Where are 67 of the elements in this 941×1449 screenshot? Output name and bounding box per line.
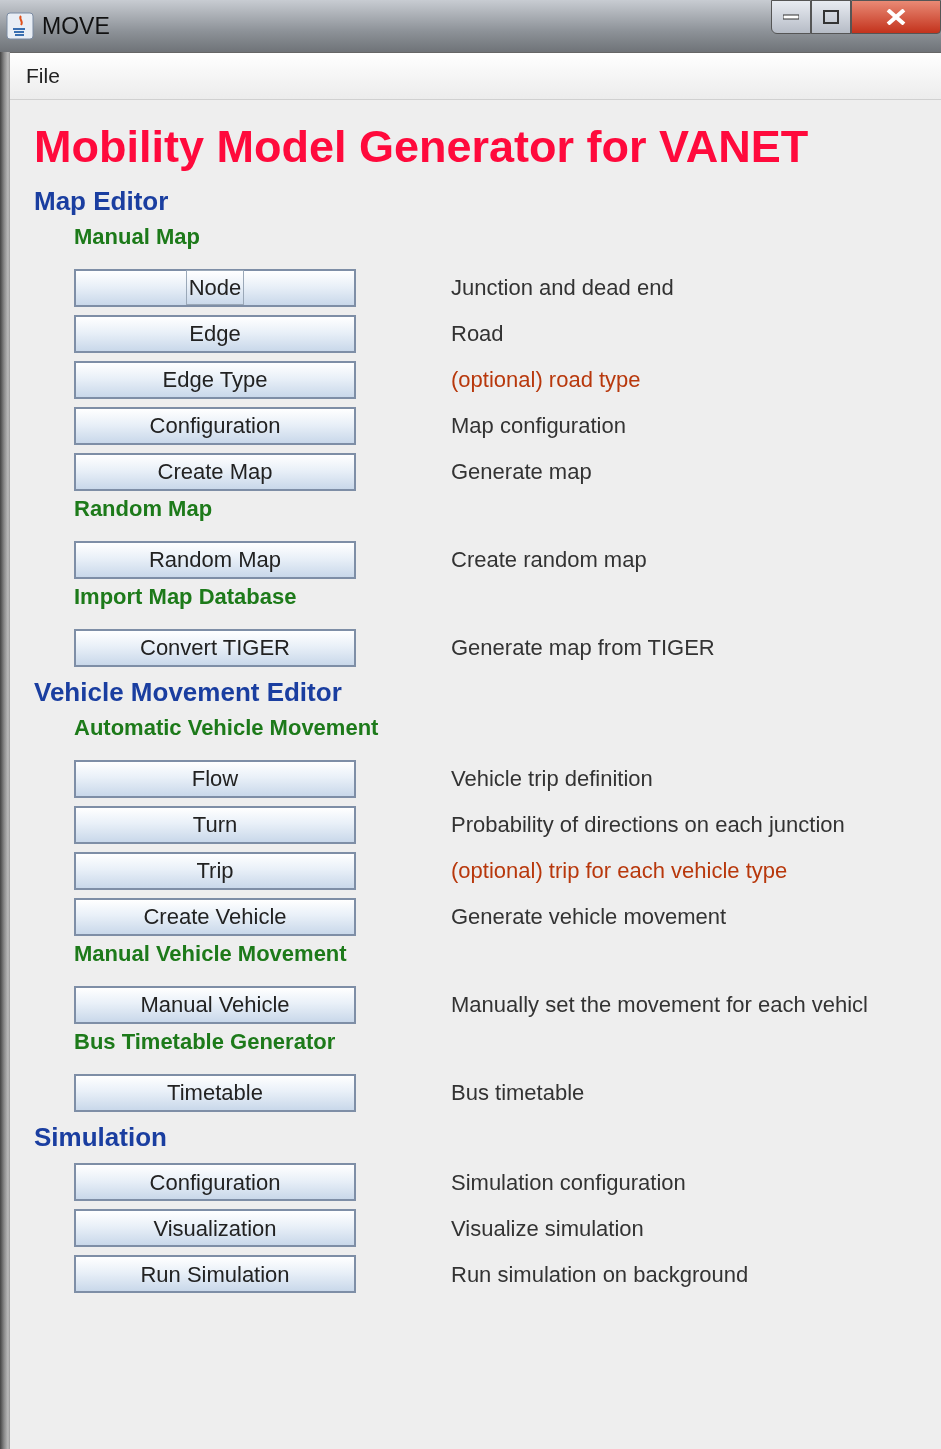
action-description: Road bbox=[451, 320, 504, 349]
action-description: Generate map bbox=[451, 458, 592, 487]
focus-ring: Manual Vehicle bbox=[139, 991, 291, 1020]
group-heading: Bus Timetable Generator bbox=[74, 1027, 337, 1056]
maximize-button[interactable] bbox=[811, 0, 851, 34]
action-description: Manually set the movement for each vehicl bbox=[451, 991, 868, 1020]
action-button[interactable]: Flow bbox=[74, 759, 356, 798]
action-button[interactable]: Create Map bbox=[74, 452, 356, 491]
focus-ring: Trip bbox=[195, 857, 235, 886]
group-heading: Random Map bbox=[74, 494, 214, 523]
focus-ring: Configuration bbox=[148, 1168, 282, 1197]
action-description: Generate map from TIGER bbox=[451, 634, 715, 663]
window-title: MOVE bbox=[42, 11, 110, 41]
group-heading: Manual Vehicle Movement bbox=[74, 939, 348, 968]
minimize-icon bbox=[783, 14, 799, 20]
group-heading: Automatic Vehicle Movement bbox=[74, 713, 380, 742]
action-button[interactable]: Turn bbox=[74, 805, 356, 844]
action-description: (optional) road type bbox=[451, 366, 641, 395]
action-button[interactable]: Configuration bbox=[74, 1163, 356, 1202]
action-description: Simulation configuration bbox=[451, 1168, 686, 1197]
focus-ring: Convert TIGER bbox=[139, 634, 291, 663]
focus-ring: Flow bbox=[190, 765, 240, 794]
action-description: Create random map bbox=[451, 546, 647, 575]
group-heading: Manual Map bbox=[74, 222, 201, 251]
action-button[interactable]: Node bbox=[74, 268, 356, 307]
focus-ring: Node bbox=[185, 270, 245, 306]
section-heading: Vehicle Movement Editor bbox=[34, 676, 343, 708]
action-description: Visualize simulation bbox=[451, 1214, 644, 1243]
close-button[interactable] bbox=[851, 0, 941, 34]
action-description: Run simulation on background bbox=[451, 1260, 749, 1289]
focus-ring: Configuration bbox=[148, 412, 282, 441]
focus-ring: Turn bbox=[191, 811, 239, 840]
action-button[interactable]: Timetable bbox=[74, 1073, 356, 1112]
action-description: Probability of directions on each junction bbox=[451, 811, 845, 840]
action-button[interactable]: Trip bbox=[74, 851, 356, 890]
action-button[interactable]: Convert TIGER bbox=[74, 628, 356, 667]
focus-ring: Edge Type bbox=[161, 366, 269, 395]
focus-ring: Random Map bbox=[147, 546, 283, 575]
focus-ring: Create Vehicle bbox=[142, 903, 288, 932]
section-heading: Simulation bbox=[34, 1121, 168, 1154]
focus-ring: Timetable bbox=[166, 1079, 264, 1108]
action-button[interactable]: Create Vehicle bbox=[74, 897, 356, 936]
action-button[interactable]: Run Simulation bbox=[74, 1255, 356, 1294]
action-button[interactable]: Edge bbox=[74, 314, 356, 353]
action-button[interactable]: Manual Vehicle bbox=[74, 985, 356, 1024]
maximize-icon bbox=[823, 10, 839, 24]
app-heading: Mobility Model Generator for VANET bbox=[34, 122, 810, 172]
action-button[interactable]: Configuration bbox=[74, 406, 356, 445]
focus-ring: Edge bbox=[188, 320, 242, 349]
action-description: Bus timetable bbox=[451, 1079, 585, 1108]
menu-item[interactable]: File bbox=[26, 60, 60, 92]
focus-ring: Visualization bbox=[152, 1214, 278, 1243]
action-description: Junction and dead end bbox=[451, 274, 674, 303]
action-button[interactable]: Edge Type bbox=[74, 360, 356, 399]
app-icon bbox=[6, 12, 34, 40]
group-heading: Import Map Database bbox=[74, 582, 298, 611]
action-description: Vehicle trip definition bbox=[451, 765, 653, 794]
action-button[interactable]: Random Map bbox=[74, 540, 356, 579]
action-description: Generate vehicle movement bbox=[451, 903, 727, 932]
action-button[interactable]: Visualization bbox=[74, 1209, 356, 1248]
action-description: (optional) trip for each vehicle type bbox=[451, 857, 788, 886]
minimize-button[interactable] bbox=[771, 0, 811, 34]
focus-ring: Run Simulation bbox=[139, 1260, 291, 1289]
section-heading: Map Editor bbox=[34, 185, 170, 217]
action-description: Map configuration bbox=[451, 412, 626, 441]
close-icon bbox=[886, 9, 906, 25]
focus-ring: Create Map bbox=[156, 458, 274, 487]
